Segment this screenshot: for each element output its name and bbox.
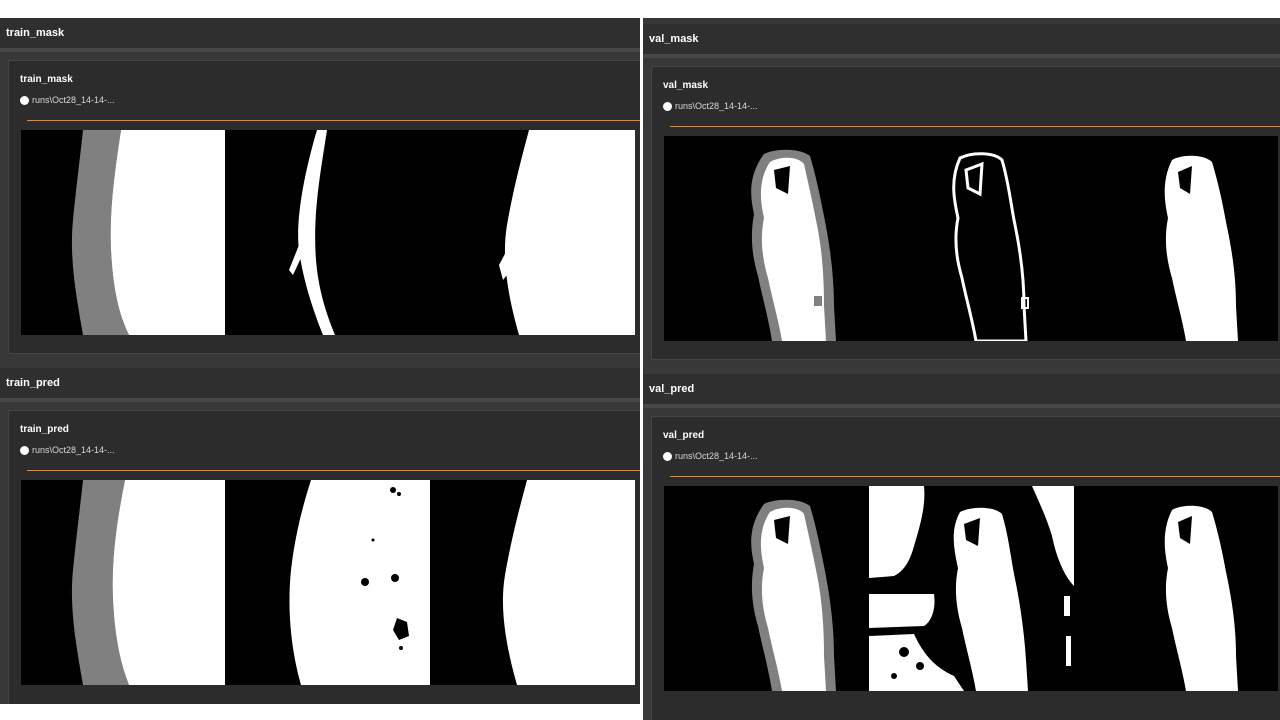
right-panel-column: val_mask val_mask runs\Oct28_14-14-... v… — [643, 18, 1280, 720]
train-mask-image-grid — [21, 130, 635, 335]
run-label-row[interactable]: runs\Oct28_14-14-... — [20, 445, 115, 455]
run-label: runs\Oct28_14-14-... — [675, 451, 758, 461]
val-pred-image[interactable] — [664, 486, 1278, 691]
run-label: runs\Oct28_14-14-... — [675, 101, 758, 111]
left-panel-column: train_mask train_mask runs\Oct28_14-14-.… — [0, 18, 640, 704]
section-header-train-pred[interactable]: train_pred — [0, 368, 640, 402]
val-mask-image[interactable] — [664, 136, 1278, 341]
run-color-dot-icon — [663, 101, 672, 111]
card-title: train_mask — [20, 74, 73, 85]
card-title: val_mask — [663, 80, 709, 91]
section-header-train-mask[interactable]: train_mask — [0, 18, 640, 52]
section-header-val-pred[interactable]: val_pred — [643, 374, 1280, 408]
train-pred-image-grid — [21, 480, 635, 685]
section-header-val-mask[interactable]: val_mask — [643, 24, 1280, 58]
val-mask-image-grid — [664, 136, 1278, 341]
run-label-row[interactable]: runs\Oct28_14-14-... — [663, 101, 758, 111]
train-mask-image[interactable] — [21, 130, 635, 335]
card-train-mask: train_mask runs\Oct28_14-14-... — [8, 60, 640, 354]
accent-divider — [670, 476, 1280, 477]
run-color-dot-icon — [20, 95, 29, 105]
run-label: runs\Oct28_14-14-... — [32, 445, 115, 455]
card-title: train_pred — [20, 424, 69, 435]
run-label-row[interactable]: runs\Oct28_14-14-... — [663, 451, 758, 461]
train-pred-image[interactable] — [21, 480, 635, 685]
accent-divider — [27, 470, 640, 471]
run-label: runs\Oct28_14-14-... — [32, 95, 115, 105]
accent-divider — [670, 126, 1280, 127]
val-pred-image-grid — [664, 486, 1278, 691]
card-val-mask: val_mask runs\Oct28_14-14-... — [651, 66, 1280, 360]
card-train-pred: train_pred runs\Oct28_14-14-... — [8, 410, 640, 704]
card-title: val_pred — [663, 430, 705, 441]
run-label-row[interactable]: runs\Oct28_14-14-... — [20, 95, 115, 105]
card-val-pred: val_pred runs\Oct28_14-14-... — [651, 416, 1280, 720]
run-color-dot-icon — [663, 451, 672, 461]
accent-divider — [27, 120, 640, 121]
run-color-dot-icon — [20, 445, 29, 455]
